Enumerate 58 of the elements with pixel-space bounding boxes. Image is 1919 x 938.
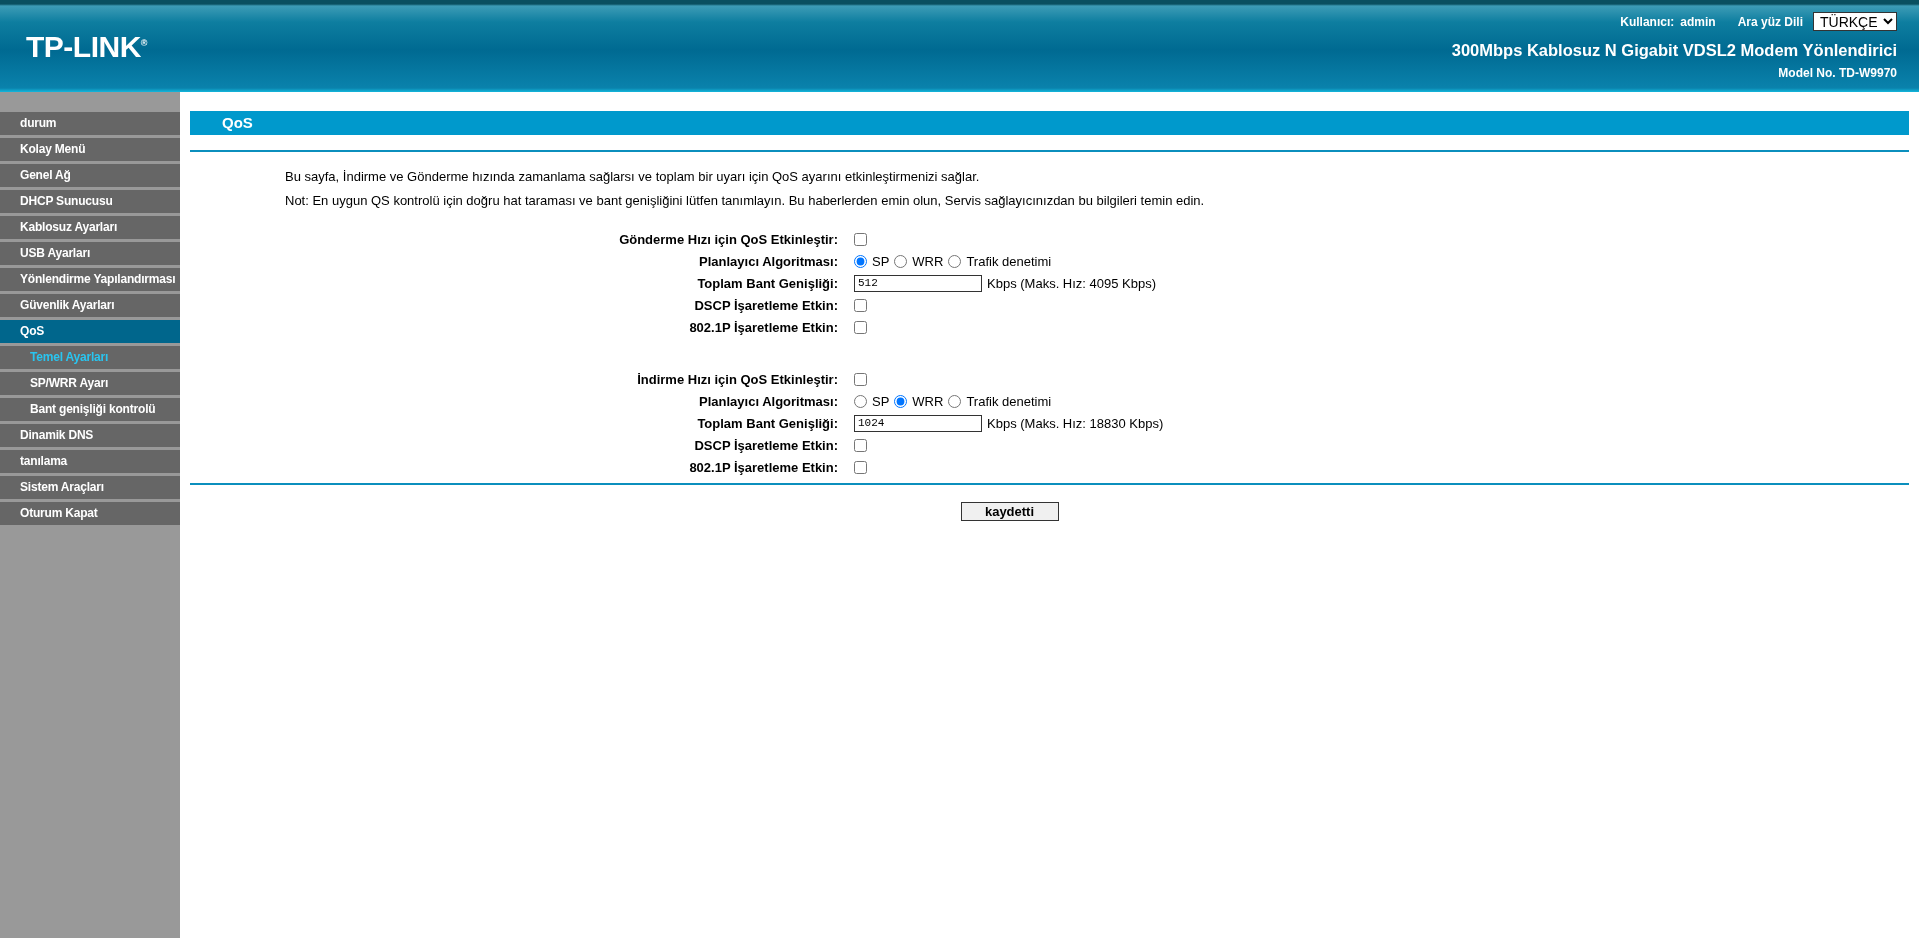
menu-item[interactable]: Yönlendirme Yapılandırması xyxy=(0,268,180,291)
menu-item[interactable]: tanılama xyxy=(0,450,180,473)
radio-label: WRR xyxy=(912,393,944,409)
save-button[interactable]: kaydetti xyxy=(960,502,1059,521)
user-label: Kullanıcı: xyxy=(1620,14,1675,29)
checkbox[interactable] xyxy=(854,438,867,452)
submenu-item[interactable]: SP/WRR Ayarı xyxy=(0,372,180,395)
radio-label: WRR xyxy=(912,253,944,269)
field-label: İndirme Hızı için QoS Etkinleştir: xyxy=(636,371,838,387)
bandwidth-field[interactable]: 1024 xyxy=(854,414,982,432)
checkbox[interactable] xyxy=(854,320,867,334)
field-label: 802.1P İşaretleme Etkin: xyxy=(688,459,838,475)
radio-button[interactable] xyxy=(894,254,908,268)
radio-label: SP xyxy=(872,253,890,269)
menu-item[interactable]: Güvenlik Ayarları xyxy=(0,294,180,317)
menu-item[interactable]: USB Ayarları xyxy=(0,242,180,265)
radio-button[interactable] xyxy=(894,394,908,408)
language-label: Ara yüz Dili xyxy=(1737,14,1803,29)
menu-item[interactable]: Oturum Kapat xyxy=(0,502,180,525)
info-text: Not: En uygun QS kontrolü için doğru hat taraması ve bant genişliğini lütfen tanımlayın. Bu haberlerden emin olun, Servis sağlayıcınızdan bu bilgileri temin edin. xyxy=(285,193,1206,208)
submenu-item[interactable]: Bant genişliği kontrolü xyxy=(0,398,180,421)
page-title: QoS xyxy=(190,111,1909,135)
language-select[interactable]: TÜRKÇE xyxy=(1813,12,1897,31)
menu-item[interactable]: Kablosuz Ayarları xyxy=(0,216,180,239)
menu-item[interactable]: Sistem Araçları xyxy=(0,476,180,499)
field-label: Planlayıcı Algoritması: xyxy=(698,253,838,269)
bandwidth-hint: Kbps (Maks. Hız: 18830 Kbps) xyxy=(987,415,1164,431)
logo: TP-LINK$^{®}$ xyxy=(26,30,147,64)
radio-label: Trafik denetimi xyxy=(966,253,1052,269)
product-name: 300Mbps Kablosuz N Gigabit VDSL2 Modem Yönlendirici xyxy=(1451,41,1897,60)
checkbox[interactable] xyxy=(854,372,867,386)
field-label: 802.1P İşaretleme Etkin: xyxy=(688,319,838,335)
menu-item[interactable]: durum xyxy=(0,112,180,135)
field-label: Toplam Bant Genişliği: xyxy=(696,275,838,291)
checkbox[interactable] xyxy=(854,232,867,246)
model-number: Model No. TD-W9970 xyxy=(1778,66,1897,80)
info-text: Bu sayfa, İndirme ve Gönderme hızında zamanlama sağlarsı ve toplam bir uyarı için QoS ayarını etkinleştirmenizi sağlar. xyxy=(285,169,981,184)
field-label: Planlayıcı Algoritması: xyxy=(698,393,838,409)
field-label: DSCP İşaretleme Etkin: xyxy=(693,437,838,453)
checkbox[interactable] xyxy=(854,298,867,312)
radio-button[interactable] xyxy=(854,394,867,408)
bandwidth-field[interactable]: 512 xyxy=(854,274,982,292)
field-label: Toplam Bant Genişliği: xyxy=(696,415,838,431)
radio-label: Trafik denetimi xyxy=(966,393,1052,409)
user-name: admin xyxy=(1680,14,1716,29)
checkbox[interactable] xyxy=(854,460,867,474)
menu-item[interactable]: DHCP Sunucusu xyxy=(0,190,180,213)
field-label: Gönderme Hızı için QoS Etkinleştir: xyxy=(618,231,838,247)
radio-label: SP xyxy=(872,393,890,409)
field-label: DSCP İşaretleme Etkin: xyxy=(693,297,838,313)
menu-item[interactable]: Kolay Menü xyxy=(0,138,180,161)
menu-item[interactable]: QoS xyxy=(0,320,180,343)
radio-button[interactable] xyxy=(948,394,962,408)
bandwidth-hint: Kbps (Maks. Hız: 4095 Kbps) xyxy=(987,275,1157,291)
menu-item[interactable]: Genel Ağ xyxy=(0,164,180,187)
menu-item[interactable]: Dinamik DNS xyxy=(0,424,180,447)
radio-button[interactable] xyxy=(854,254,867,268)
radio-button[interactable] xyxy=(948,254,962,268)
